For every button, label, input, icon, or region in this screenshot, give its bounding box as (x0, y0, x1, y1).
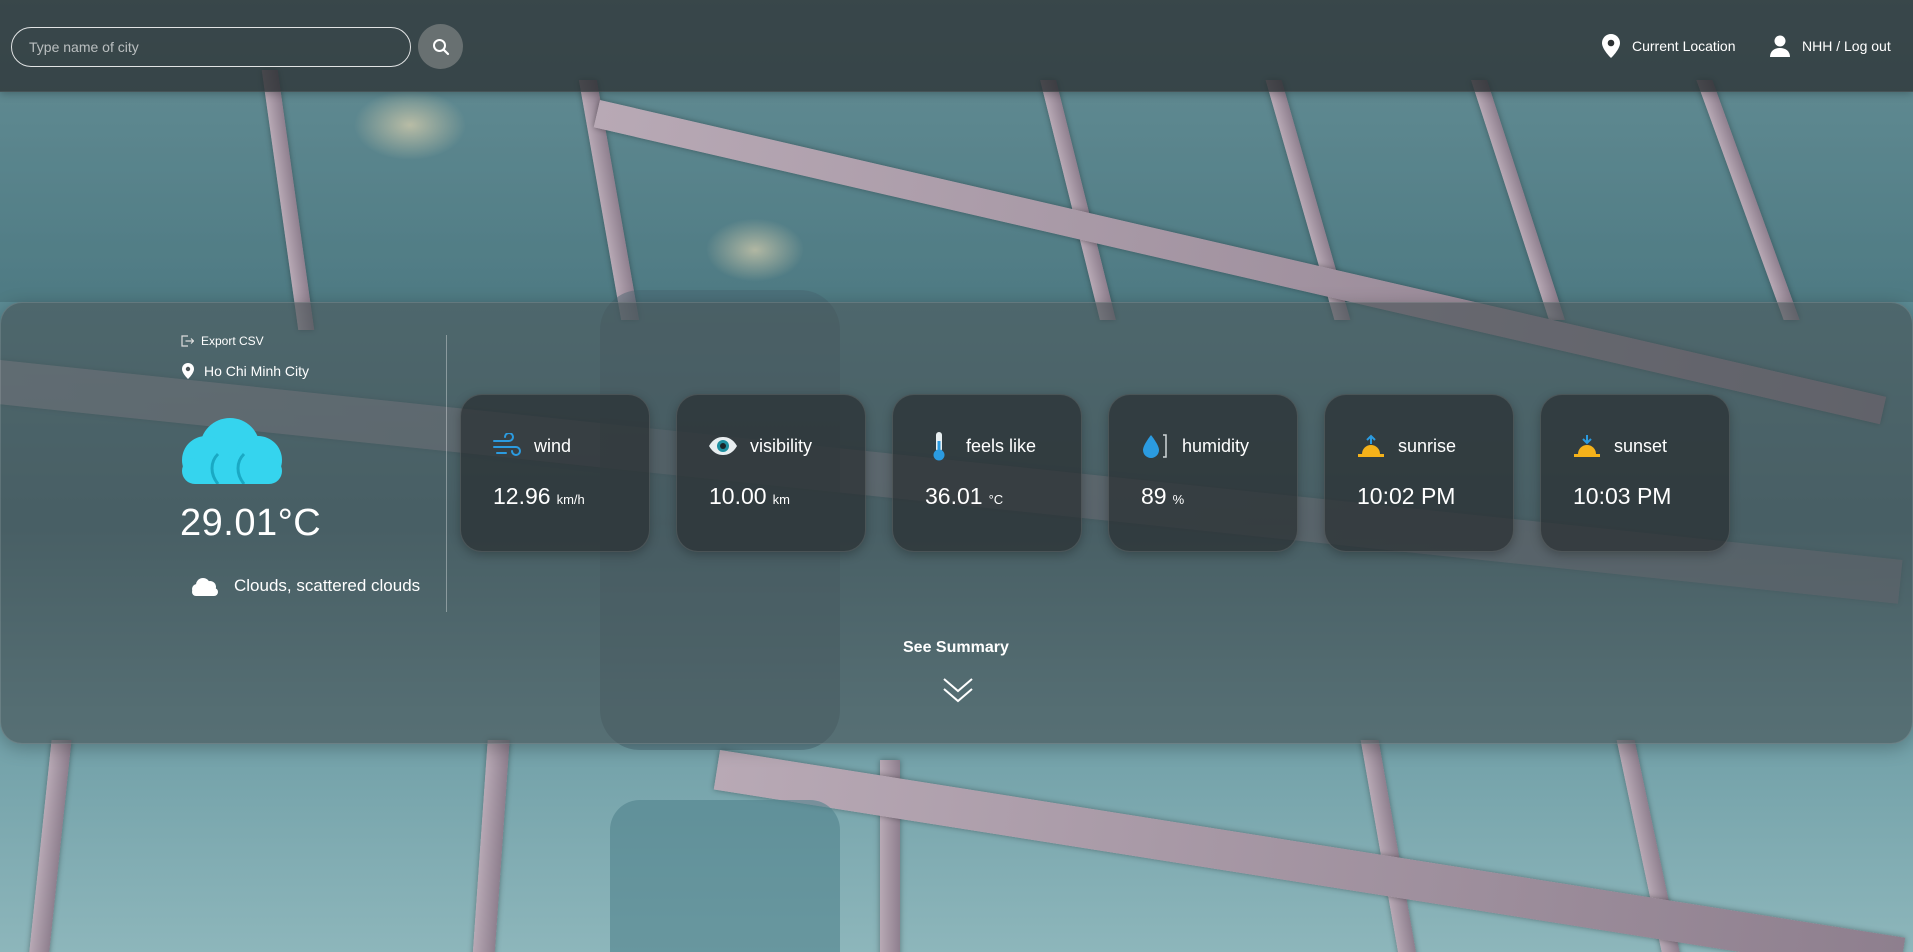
thermometer-icon (933, 432, 945, 461)
wind-unit: km/h (556, 492, 585, 507)
export-icon (181, 335, 194, 347)
sunrise-value: 10:02 PM (1357, 483, 1456, 509)
visibility-unit: km (772, 492, 790, 507)
city-name: Ho Chi Minh City (182, 363, 309, 379)
sunrise-label: sunrise (1398, 435, 1457, 456)
sunrise-card: sunrise 10:02 PM (1324, 394, 1514, 552)
chevron-down-icon[interactable] (942, 676, 974, 704)
wind-label: wind (534, 435, 572, 456)
humidity-label: humidity (1182, 435, 1250, 456)
logout-button[interactable]: NHH / Log out (1770, 32, 1891, 60)
export-csv-button[interactable]: Export CSV (181, 334, 264, 348)
feels-like-value: 36.01 (925, 483, 983, 509)
top-bar: Current Location NHH / Log out (0, 0, 1913, 92)
humidity-icon (1143, 434, 1167, 458)
location-pin-icon (1602, 34, 1620, 58)
humidity-value: 89 (1141, 483, 1167, 509)
visibility-value: 10.00 (709, 483, 767, 509)
wind-value: 12.96 (493, 483, 551, 509)
eye-icon (709, 437, 737, 455)
sunset-label: sunset (1614, 435, 1668, 456)
wind-icon (493, 433, 521, 456)
sunset-icon (1574, 435, 1600, 457)
location-pin-icon (182, 363, 194, 379)
search-icon (432, 38, 449, 55)
sunset-card: sunset 10:03 PM (1540, 394, 1730, 552)
current-location-button[interactable]: Current Location (1602, 32, 1736, 60)
user-logout-label: NHH / Log out (1802, 38, 1891, 54)
feels-like-unit: °C (988, 492, 1004, 507)
feels-like-card: feels like 36.01 °C (892, 394, 1082, 552)
search-button[interactable] (418, 24, 463, 69)
cloud-icon (192, 578, 218, 596)
weather-description: Clouds, scattered clouds (190, 576, 420, 596)
search-input[interactable] (11, 27, 411, 67)
user-icon (1770, 35, 1790, 57)
sunset-value: 10:03 PM (1573, 483, 1672, 509)
visibility-label: visibility (750, 435, 813, 456)
city-label: Ho Chi Minh City (204, 363, 310, 379)
feels-like-label: feels like (966, 435, 1037, 456)
temperature: 29.01°C (180, 502, 322, 544)
weather-cloud-icon (182, 418, 282, 484)
humidity-card: humidity 89% (1108, 394, 1298, 552)
humidity-unit: % (1172, 492, 1185, 507)
wind-card: wind 12.96 km/h (460, 394, 650, 552)
export-csv-label: Export CSV (201, 334, 264, 348)
description-label: Clouds, scattered clouds (234, 576, 421, 595)
visibility-card: visibility 10.00 km (676, 394, 866, 552)
current-location-label: Current Location (1632, 38, 1736, 54)
divider (446, 335, 447, 612)
sunrise-icon (1358, 434, 1384, 457)
see-summary-button[interactable]: See Summary (903, 639, 1009, 657)
